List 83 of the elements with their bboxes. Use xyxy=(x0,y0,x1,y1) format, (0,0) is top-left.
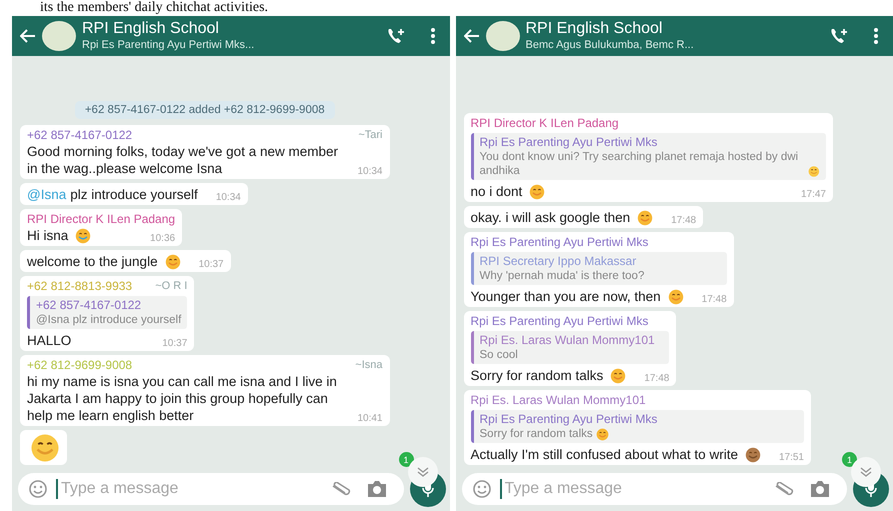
message-text: plz introduce yourself xyxy=(70,186,198,203)
message-time: 17:48 xyxy=(644,373,670,384)
emoji-icon xyxy=(164,254,181,270)
message-text: Younger than you are now, then xyxy=(470,288,661,305)
add-call-icon[interactable] xyxy=(386,27,406,45)
message-text: HALLO xyxy=(27,332,72,349)
back-arrow-icon[interactable] xyxy=(464,29,480,43)
menu-icon[interactable] xyxy=(873,27,879,45)
emoji-icon xyxy=(529,184,546,200)
camera-icon[interactable] xyxy=(366,480,388,498)
chevron-down-icon xyxy=(416,467,428,477)
sender-name: Rpi Es Parenting Ayu Pertiwi Mks xyxy=(470,314,648,329)
emoji-icon xyxy=(30,433,60,463)
sender-name: Rpi Es Parenting Ayu Pertiwi Mks xyxy=(470,235,648,250)
quoted-sender: Rpi Es. Laras Wulan Mommy101 xyxy=(480,333,656,348)
group-avatar[interactable] xyxy=(486,21,520,51)
emoji-icon xyxy=(610,368,626,384)
sender-handle: ~Isna xyxy=(355,358,382,373)
quoted-sender: Rpi Es Parenting Ayu Pertiwi Mks xyxy=(480,412,658,427)
sender-name: Rpi Es. Laras Wulan Mommy101 xyxy=(470,393,646,408)
group-title[interactable]: RPI English School xyxy=(526,20,823,38)
emoji-icon xyxy=(75,228,92,244)
message-time: 10:36 xyxy=(150,233,176,244)
system-message: +62 857-4167-0122 added +62 812-9699-9008 xyxy=(74,101,335,119)
quoted-text: So cool xyxy=(480,348,518,362)
quoted-text: Why 'pernah muda' is there too? xyxy=(480,269,644,283)
message-text: okay. i will ask google then xyxy=(470,209,630,226)
message-input-bar[interactable]: Type a message xyxy=(462,473,847,505)
message-text: hi my name is isna you can call me isna and I live in Jakarta I am happy to join this group hopefully can help me learn english better xyxy=(27,373,338,424)
message-input[interactable]: Type a message xyxy=(56,479,322,499)
message-time: 17:47 xyxy=(800,189,826,200)
smiley-icon[interactable] xyxy=(472,479,492,499)
sender-handle: ~O R I xyxy=(155,279,188,294)
camera-icon[interactable] xyxy=(809,480,831,498)
message-time: 10:34 xyxy=(357,166,382,177)
paperclip-icon[interactable] xyxy=(773,482,795,496)
emoji-icon xyxy=(744,447,761,463)
quoted-text: @Isna plz introduce yourself xyxy=(36,313,182,327)
emoji-icon xyxy=(596,428,609,441)
paperclip-icon[interactable] xyxy=(330,482,352,496)
sender-name: +62 857-4167-0122 xyxy=(27,128,132,143)
message-time: 10:37 xyxy=(198,259,224,270)
message-time: 17:48 xyxy=(671,215,696,226)
sender-name: RPI Director K ILen Padang xyxy=(27,212,176,227)
message-input[interactable]: Type a message xyxy=(500,479,765,499)
message-input-bar[interactable]: Type a message xyxy=(18,473,404,505)
chevron-down-icon xyxy=(860,467,872,477)
smiley-icon[interactable] xyxy=(28,479,48,499)
quoted-sender: RPI Secretary Ippo Makassar xyxy=(480,254,638,269)
group-avatar[interactable] xyxy=(42,21,76,51)
group-members: Bemc Agus Bulukumba, Bemc R... xyxy=(526,38,695,52)
message-text: no i dont xyxy=(470,183,522,200)
quoted-sender: +62 857-4167-0122 xyxy=(36,298,142,313)
add-call-icon[interactable] xyxy=(829,27,849,45)
message-time: 10:37 xyxy=(162,338,188,349)
group-members: Rpi Es Parenting Ayu Pertiwi Mks... xyxy=(82,38,256,52)
scroll-down-button[interactable] xyxy=(408,457,438,487)
message-text: welcome to the jungle xyxy=(27,253,158,270)
unread-badge: 1 xyxy=(398,452,414,467)
scroll-down-button[interactable] xyxy=(851,457,881,487)
back-arrow-icon[interactable] xyxy=(20,29,36,43)
quoted-text: Sorry for random talks xyxy=(480,427,593,441)
message-time: 17:48 xyxy=(702,294,727,305)
group-title[interactable]: RPI English School xyxy=(82,20,380,38)
emoji-icon xyxy=(637,210,654,226)
message-text: Actually I'm still confused about what to write xyxy=(470,446,738,463)
message-time: 10:41 xyxy=(357,413,382,424)
menu-icon[interactable] xyxy=(430,27,436,45)
message-text: Good morning folks, today we've got a new member in the wag..please welcome Isna xyxy=(27,143,339,177)
emoji-icon xyxy=(668,289,684,305)
message-time: 17:51 xyxy=(778,452,804,463)
message-text: Sorry for random talks xyxy=(470,367,604,384)
caption-text: its the members' daily chitchat activities. xyxy=(39,0,268,16)
message-time: 10:34 xyxy=(216,192,241,203)
quoted-text: You dont know uni? Try searching planet remaja hosted by dwi andhika xyxy=(480,150,800,178)
sender-name: +62 812-8813-9933 xyxy=(27,279,132,294)
sender-name: RPI Director K ILen Padang xyxy=(470,116,619,131)
unread-badge: 1 xyxy=(842,452,857,467)
quoted-sender: Rpi Es Parenting Ayu Pertiwi Mks xyxy=(480,135,658,150)
sender-handle: ~Tari xyxy=(358,128,382,143)
sender-name: +62 812-9699-9008 xyxy=(27,358,132,373)
emoji-icon xyxy=(808,165,820,178)
message-text: Hi isna xyxy=(27,227,68,244)
